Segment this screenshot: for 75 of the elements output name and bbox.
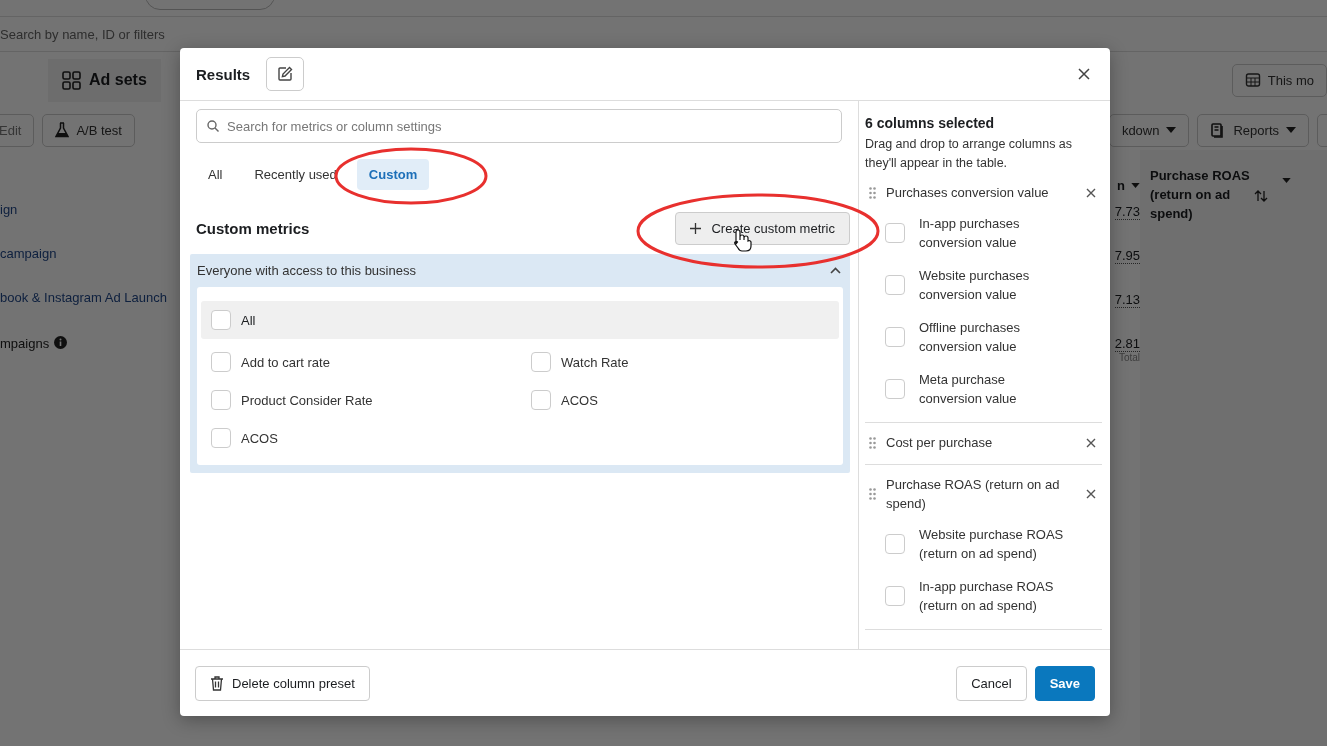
drag-handle-icon[interactable] [869, 436, 876, 449]
campaign-link[interactable]: campaign [0, 246, 57, 261]
toolbar-button[interactable]: Edit [0, 113, 35, 147]
checkbox[interactable] [885, 275, 905, 295]
chevron-icon[interactable] [830, 267, 841, 274]
ad-sets-tab[interactable]: Ad sets [48, 58, 161, 102]
option-label: ACOS [241, 430, 278, 446]
option-label: Watch Rate [561, 354, 629, 370]
campaign-link[interactable]: book & Instagram Ad Launch [0, 290, 167, 305]
checkbox[interactable] [531, 352, 551, 372]
checkbox[interactable] [531, 390, 551, 410]
date-range-button[interactable]: This mo [1231, 63, 1327, 97]
column-label: Purchases conversion value [886, 184, 1050, 202]
save-button[interactable]: Save [1034, 665, 1095, 701]
cancel-button[interactable]: Cancel [956, 665, 1027, 701]
checkbox[interactable] [885, 327, 905, 347]
panel-hint: Drag and drop to arrange columns as they'll appear in the table. [865, 136, 1074, 172]
sub-column-label: In-app purchases conversion value [919, 215, 1021, 252]
option-label: ACOS [561, 392, 598, 408]
delete-preset-button[interactable]: Delete column preset [195, 665, 370, 701]
campaign-link[interactable]: mpaigns [0, 336, 50, 351]
drag-handle-icon[interactable] [869, 488, 876, 500]
column-label: Purchase ROAS (return on ad spend) [886, 476, 1061, 513]
panel-title: 6 columns selected [865, 115, 996, 131]
checkbox[interactable] [885, 586, 905, 606]
edit-button[interactable] [266, 57, 305, 91]
search-placeholder[interactable]: Search by name, ID or filters [0, 26, 165, 42]
info-icon [54, 336, 68, 349]
campaign-link[interactable]: ign [0, 202, 18, 217]
column-header[interactable]: n [1117, 177, 1125, 193]
plus-icon [690, 223, 702, 234]
dialog-title: Results [196, 65, 251, 83]
remove-button[interactable] [1084, 487, 1098, 501]
sub-column-label: Website purchase ROAS (return on ad spend) [919, 526, 1065, 563]
drag-handle-icon[interactable] [869, 186, 876, 199]
trash-icon [210, 675, 224, 691]
close-icon [1086, 437, 1096, 448]
toolbar-button[interactable]: kdown [1108, 113, 1190, 147]
pencil-icon [277, 66, 294, 82]
sub-column-label: Offline purchases conversion value [919, 319, 1021, 356]
checkbox[interactable] [211, 390, 231, 410]
flask-icon [55, 122, 70, 138]
close-icon [1078, 68, 1090, 80]
caret-icon [1166, 127, 1177, 133]
group-title: Everyone with access to this business [197, 263, 416, 278]
close-icon [1086, 489, 1096, 499]
column-header[interactable]: Purchase ROAS (return on ad spend) [1150, 166, 1268, 223]
filter-tab[interactable]: All [196, 159, 235, 190]
search-field[interactable]: Search for metrics or column settings [196, 109, 842, 143]
checkbox[interactable] [211, 428, 231, 448]
sort-icon[interactable] [1254, 190, 1268, 202]
option-label: Product Consider Rate [241, 392, 373, 408]
toolbar-button[interactable]: Reports [1197, 113, 1309, 147]
filter-tab[interactable]: Custom [356, 159, 430, 190]
grid-icon [62, 70, 81, 90]
option-label: All [241, 312, 256, 328]
create-metric-button[interactable]: Create custom metric [675, 212, 850, 245]
caret-icon[interactable] [1282, 178, 1291, 183]
caret-icon [1286, 127, 1296, 133]
option-label: Add to cart rate [241, 354, 330, 370]
toolbar-button[interactable]: A/B test [42, 113, 135, 147]
caret-icon[interactable] [1131, 182, 1140, 188]
checkbox[interactable] [885, 379, 905, 399]
checkbox[interactable] [885, 534, 905, 554]
close-icon [1086, 187, 1096, 198]
section-title: Custom metrics [196, 220, 310, 237]
sub-column-label: In-app purchase ROAS (return on ad spend) [919, 578, 1055, 615]
calendar-icon [1244, 72, 1261, 88]
select-all-row[interactable]: All [201, 301, 839, 339]
sub-column-label: Website purchases conversion value [919, 267, 1031, 304]
checkbox[interactable] [885, 223, 905, 243]
checkbox[interactable] [211, 310, 231, 330]
column-label: Cost per purchase [886, 434, 994, 452]
sub-column-label: Meta purchase conversion value [919, 371, 1018, 408]
checkbox[interactable] [211, 352, 231, 372]
